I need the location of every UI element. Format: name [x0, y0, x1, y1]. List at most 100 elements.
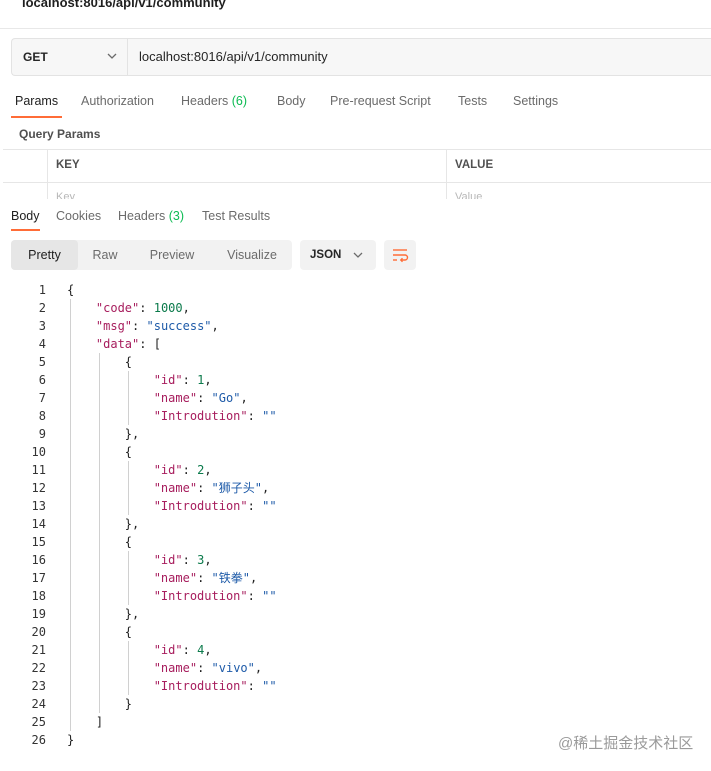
line-number: 18 — [31, 589, 46, 603]
preview-button[interactable]: Preview — [132, 240, 212, 270]
tab-params[interactable]: Params — [15, 94, 58, 108]
line-number: 26 — [31, 733, 46, 747]
table-divider — [3, 182, 711, 183]
line-number: 21 — [31, 643, 46, 657]
code-text: "msg": "success", — [95, 319, 219, 333]
wrap-lines-icon — [393, 249, 409, 263]
code-line: 13 "Introdution": "" — [0, 497, 711, 515]
table-divider — [446, 149, 447, 199]
code-line: 19 }, — [0, 605, 711, 623]
raw-button[interactable]: Raw — [78, 240, 132, 270]
line-number: 22 — [31, 661, 46, 675]
tab-label: Cookies — [56, 209, 102, 223]
tab-label: Pre-request Script — [330, 94, 431, 108]
divider — [0, 28, 711, 29]
format-select[interactable]: JSON — [300, 240, 376, 270]
indent-guide — [70, 299, 71, 731]
tab-label: Test Results — [202, 209, 271, 223]
key-column-header: KEY — [56, 159, 80, 171]
tab-body[interactable]: Body — [277, 94, 306, 108]
tab-response-body[interactable]: Body — [11, 209, 40, 223]
tab-headers[interactable]: Headers (6) — [181, 94, 247, 108]
code-text: "id": 4, — [153, 643, 212, 657]
tab-pre-request-script[interactable]: Pre-request Script — [330, 94, 431, 108]
code-line: 12 "name": "狮子头", — [0, 479, 711, 497]
line-number: 20 — [31, 625, 46, 639]
visualize-button[interactable]: Visualize — [212, 240, 292, 270]
code-line: 5 { — [0, 353, 711, 371]
code-text: }, — [124, 427, 140, 441]
line-number: 24 — [31, 697, 46, 711]
pretty-button[interactable]: Pretty — [11, 240, 78, 270]
code-text: "name": "铁拳", — [153, 571, 258, 585]
headers-count-badge: (6) — [231, 94, 248, 108]
code-line: 3 "msg": "success", — [0, 317, 711, 335]
tab-response-headers[interactable]: Headers (3) — [118, 209, 184, 223]
method-select[interactable]: GET — [12, 39, 128, 75]
indent-guide — [127, 551, 129, 605]
line-number: 12 — [31, 481, 46, 495]
tab-label: Body — [277, 94, 306, 108]
line-number: 10 — [31, 445, 46, 459]
code-text: "name": "vivo", — [153, 661, 263, 675]
code-line: 7 "name": "Go", — [0, 389, 711, 407]
code-line: 8 "Introdution": "" — [0, 407, 711, 425]
line-number: 3 — [38, 319, 46, 333]
line-number: 4 — [38, 337, 46, 351]
wrap-lines-button[interactable] — [384, 240, 416, 270]
code-line: 4 "data": [ — [0, 335, 711, 353]
code-line: 9 }, — [0, 425, 711, 443]
code-text: "id": 1, — [153, 373, 212, 387]
code-line: 11 "id": 2, — [0, 461, 711, 479]
indent-guide — [127, 641, 129, 695]
code-text: "name": "狮子头", — [153, 481, 270, 495]
line-number: 7 — [38, 391, 46, 405]
code-line: 17 "name": "铁拳", — [0, 569, 711, 587]
chevron-down-icon — [106, 50, 118, 64]
indent-guide — [127, 371, 129, 425]
code-line: 2 "code": 1000, — [0, 299, 711, 317]
code-text: }, — [124, 517, 140, 531]
line-number: 15 — [31, 535, 46, 549]
line-number: 6 — [38, 373, 46, 387]
tab-label: Params — [15, 94, 59, 108]
code-line: 15 { — [0, 533, 711, 551]
code-text: "name": "Go", — [153, 391, 248, 405]
code-line: 6 "id": 1, — [0, 371, 711, 389]
tab-settings[interactable]: Settings — [513, 94, 558, 108]
code-text: { — [67, 283, 75, 297]
line-number: 9 — [38, 427, 46, 441]
code-text: "id": 2, — [153, 463, 212, 477]
line-number: 8 — [38, 409, 46, 423]
code-text: } — [67, 733, 75, 747]
headers-count-badge: (3) — [168, 209, 185, 223]
tab-label: Settings — [513, 94, 559, 108]
format-label: JSON — [310, 249, 342, 261]
line-number: 13 — [31, 499, 46, 513]
code-text: }, — [124, 607, 140, 621]
tab-label: Headers — [181, 94, 229, 108]
tab-authorization[interactable]: Authorization — [81, 94, 154, 108]
code-line: 22 "name": "vivo", — [0, 659, 711, 677]
line-number: 19 — [31, 607, 46, 621]
line-number: 2 — [38, 301, 46, 315]
line-number: 1 — [38, 283, 46, 297]
tab-test-results[interactable]: Test Results — [202, 209, 270, 223]
code-text: ] — [95, 715, 104, 729]
code-line: 14 }, — [0, 515, 711, 533]
tab-tests[interactable]: Tests — [458, 94, 487, 108]
tab-cookies[interactable]: Cookies — [56, 209, 101, 223]
code-text: "data": [ — [95, 337, 161, 351]
value-column-header: VALUE — [455, 159, 494, 171]
active-tab-indicator — [11, 229, 40, 231]
code-line: 1{ — [0, 281, 711, 299]
code-line: 24 } — [0, 695, 711, 713]
chevron-down-icon — [352, 249, 364, 263]
line-number: 14 — [31, 517, 46, 531]
code-line: 10 { — [0, 443, 711, 461]
code-line: 23 "Introdution": "" — [0, 677, 711, 695]
url-input[interactable]: localhost:8016/api/v1/community — [139, 49, 328, 64]
response-body-code: 1{2 "code": 1000, 3 "msg": "success", 4 "d… — [0, 281, 711, 749]
tab-label: Headers — [118, 209, 166, 223]
code-text: "id": 3, — [153, 553, 212, 567]
